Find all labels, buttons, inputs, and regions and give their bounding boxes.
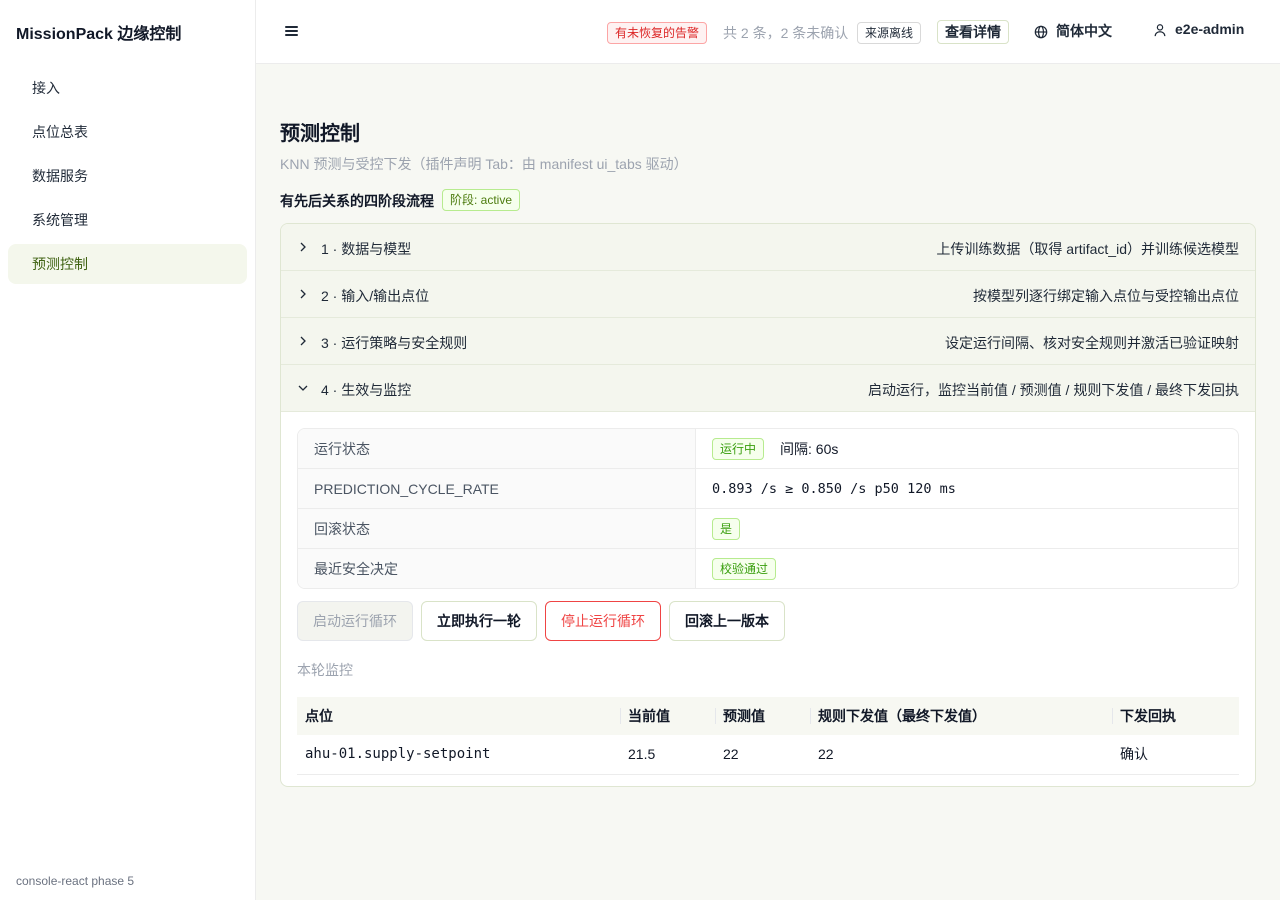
cell-rule-output: 22 — [810, 735, 1112, 775]
topbar: 有未恢复的告警 共 2 条，2 条未确认 来源离线 查看详情 简体中文 e2e-… — [256, 0, 1280, 64]
safety-label: 最近安全决定 — [298, 549, 696, 588]
panel-header-activation-monitor[interactable]: 4 · 生效与监控 启动运行，监控当前值 / 预测值 / 规则下发值 / 最终下… — [281, 365, 1255, 412]
panel-header-policy-rules[interactable]: 3 · 运行策略与安全规则 设定运行间隔、核对安全规则并激活已验证映射 — [281, 318, 1255, 365]
safety-tag: 校验通过 — [712, 557, 777, 580]
cycle-rate-label: PREDICTION_CYCLE_RATE — [298, 469, 696, 508]
panel-title: 3 · 运行策略与安全规则 — [321, 335, 468, 351]
table-header-row: 点位 当前值 预测值 规则下发值（最终下发值） 下发回执 — [297, 697, 1239, 735]
sidebar-item-predictive-control[interactable]: 预测控制 — [8, 244, 247, 284]
version-footer: console-react phase 5 — [16, 874, 135, 888]
chevron-right-icon — [300, 336, 306, 346]
chevron-down-icon — [298, 385, 308, 391]
panel-description: 设定运行间隔、核对安全规则并激活已验证映射 — [945, 335, 1239, 351]
panel-header-data-model[interactable]: 1 · 数据与模型 上传训练数据（取得 artifact_id）并训练候选模型 — [281, 224, 1255, 271]
language-label: 简体中文 — [1056, 23, 1112, 39]
rollback-tag: 是 — [712, 517, 741, 540]
cell-current: 21.5 — [620, 735, 715, 775]
cell-predicted: 22 — [715, 735, 810, 775]
globe-icon — [1034, 25, 1048, 39]
alert-count: 共 2 条，2 条未确认 — [723, 25, 849, 41]
page-title: 预测控制 — [280, 123, 360, 145]
start-loop-button: 启动运行循环 — [297, 601, 413, 641]
menu-icon[interactable] — [284, 22, 300, 42]
column-header-current: 当前值 — [620, 697, 715, 735]
panel-description: 上传训练数据（取得 artifact_id）并训练候选模型 — [936, 241, 1239, 257]
cell-receipt: 确认 — [1112, 735, 1239, 775]
column-header-predicted: 预测值 — [715, 697, 810, 735]
panel-body-activation-monitor: 运行状态 运行中 间隔: 60s PREDICTION_CYCLE_RATE 0… — [281, 412, 1255, 786]
rollback-label: 回滚状态 — [298, 509, 696, 548]
page-subtitle: KNN 预测与受控下发（插件声明 Tab：由 manifest ui_tabs … — [280, 156, 688, 172]
column-header-rule-output: 规则下发值（最终下发值） — [810, 697, 1112, 735]
alert-tag: 有未恢复的告警 — [607, 22, 708, 44]
panel-description: 按模型列逐行绑定输入点位与受控输出点位 — [973, 288, 1239, 304]
sidebar: MissionPack 边缘控制 接入 点位总表 数据服务 系统管理 预测控制 … — [0, 0, 256, 900]
sidebar-item-system[interactable]: 系统管理 — [8, 200, 247, 240]
sidebar-item-access[interactable]: 接入 — [8, 68, 247, 108]
rollback-button[interactable]: 回滚上一版本 — [669, 601, 785, 641]
run-once-button[interactable]: 立即执行一轮 — [421, 601, 537, 641]
monitor-table: 点位 当前值 预测值 规则下发值（最终下发值） 下发回执 ahu-01.supp… — [297, 697, 1239, 775]
running-tag: 运行中 — [712, 437, 765, 460]
safety-value: 校验通过 — [696, 549, 1238, 588]
panel-title: 2 · 输入/输出点位 — [321, 288, 430, 304]
phase-tag: 阶段: active — [442, 189, 521, 211]
panel-description: 启动运行，监控当前值 / 预测值 / 规则下发值 / 最终下发回执 — [867, 382, 1239, 398]
status-row-rollback: 回滚状态 是 — [298, 509, 1238, 549]
sidebar-nav: 接入 点位总表 数据服务 系统管理 预测控制 — [8, 68, 247, 288]
panel-header-io-points[interactable]: 2 · 输入/输出点位 按模型列逐行绑定输入点位与受控输出点位 — [281, 271, 1255, 318]
user-icon — [1154, 24, 1166, 37]
monitor-title: 本轮监控 — [297, 662, 353, 678]
column-header-receipt: 下发回执 — [1112, 697, 1239, 735]
status-row-safety: 最近安全决定 校验通过 — [298, 549, 1238, 588]
source-offline-tag: 来源离线 — [857, 22, 922, 44]
language-selector[interactable]: 简体中文 — [1034, 21, 1112, 41]
cycle-rate-value: 0.893 /s ≥ 0.850 /s p50 120 ms — [712, 480, 956, 497]
rollback-value: 是 — [696, 509, 1238, 548]
chevron-right-icon — [300, 242, 306, 252]
run-state-label: 运行状态 — [298, 429, 696, 468]
view-details-button[interactable]: 查看详情 — [937, 20, 1009, 44]
status-descriptions: 运行状态 运行中 间隔: 60s PREDICTION_CYCLE_RATE 0… — [297, 428, 1239, 589]
stage-accordion: 1 · 数据与模型 上传训练数据（取得 artifact_id）并训练候选模型 … — [280, 223, 1256, 787]
sidebar-item-points[interactable]: 点位总表 — [8, 112, 247, 152]
status-row-run-state: 运行状态 运行中 间隔: 60s — [298, 429, 1238, 469]
table-row: ahu-01.supply-setpoint 21.5 22 22 确认 — [297, 735, 1239, 775]
interval-value: 间隔: 60s — [780, 440, 839, 457]
user-name: e2e-admin — [1175, 21, 1245, 37]
flow-title: 有先后关系的四阶段流程 — [280, 193, 434, 209]
sidebar-item-data-services[interactable]: 数据服务 — [8, 156, 247, 196]
cell-point: ahu-01.supply-setpoint — [297, 735, 620, 775]
action-buttons: 启动运行循环 立即执行一轮 停止运行循环 回滚上一版本 — [297, 601, 1239, 641]
run-state-value: 运行中 间隔: 60s — [696, 429, 1238, 468]
chevron-right-icon — [300, 289, 306, 299]
user-menu[interactable]: e2e-admin — [1153, 21, 1244, 37]
brand-title: MissionPack 边缘控制 — [16, 26, 182, 43]
panel-title: 1 · 数据与模型 — [321, 241, 412, 257]
column-header-point: 点位 — [297, 697, 620, 735]
stop-loop-button[interactable]: 停止运行循环 — [545, 601, 661, 641]
status-row-cycle-rate: PREDICTION_CYCLE_RATE 0.893 /s ≥ 0.850 /… — [298, 469, 1238, 509]
panel-title: 4 · 生效与监控 — [321, 382, 412, 398]
